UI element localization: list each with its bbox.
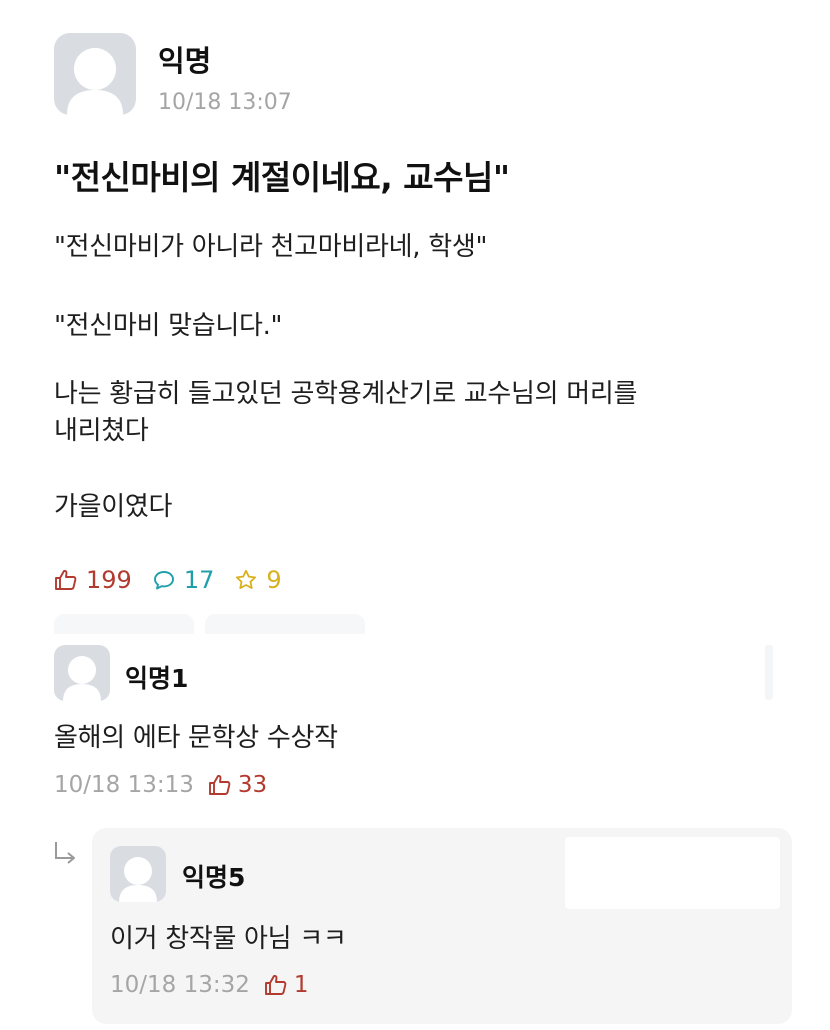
reply-like-value: 1 [293, 972, 309, 998]
star-icon [236, 569, 257, 589]
reply-like-count[interactable]: 1 [264, 972, 309, 998]
anonymous-avatar-icon [119, 857, 157, 902]
post-body-line: 나는 황급히 들고있던 공학용계산기로 교수님의 머리를 [54, 379, 638, 409]
comment-author-name: 익명1 [125, 664, 189, 693]
post-stats: 199 17 9 [54, 563, 302, 597]
anonymous-avatar-icon [63, 656, 101, 701]
reply-meta: 10/18 13:32 1 [110, 972, 309, 998]
post-body-line: "전신마비 맞습니다." [54, 311, 283, 341]
comment-timestamp: 10/18 13:13 [54, 772, 194, 798]
thumbs-up-icon [208, 774, 231, 795]
post-scrap-count[interactable]: 9 [234, 566, 282, 594]
reply-menu-remnant [565, 837, 780, 909]
post-comment-count[interactable]: 17 [152, 566, 215, 594]
comment-author-avatar [54, 645, 110, 701]
reply-timestamp: 10/18 13:32 [110, 972, 250, 998]
thumbs-up-icon [264, 974, 287, 995]
thumbs-up-icon [55, 569, 77, 590]
reply-text: 이거 창작물 아님 ㅋㅋ [110, 924, 347, 954]
post-body-line: 가을이였다 [54, 492, 173, 522]
comment-meta: 10/18 13:13 33 [54, 772, 267, 798]
reply-author-avatar [110, 846, 166, 902]
reply-arrow-icon [55, 842, 75, 864]
reply-author-name: 익명5 [182, 863, 246, 892]
comment-menu-remnant [765, 645, 773, 700]
comment-like-value: 33 [237, 772, 268, 798]
action-button-remnant [54, 614, 194, 634]
post-scrap-value: 9 [266, 566, 282, 594]
comment-like-count[interactable]: 33 [208, 772, 267, 798]
post-title: "전신마비의 계절이네요, 교수님" [54, 158, 510, 197]
post-author-name: 익명 [158, 44, 212, 78]
post-timestamp: 10/18 13:07 [158, 90, 292, 115]
post-body-line: 내리쳤다 [54, 416, 149, 446]
speech-bubble-icon [153, 571, 174, 590]
comment-text: 올해의 에타 문학상 수상작 [54, 723, 338, 753]
post-author-avatar [54, 33, 136, 115]
post-body-line: "전신마비가 아니라 천고마비라네, 학생" [54, 232, 488, 262]
post-like-value: 199 [86, 566, 132, 594]
post-comment-value: 17 [183, 566, 215, 594]
action-button-remnant [205, 614, 365, 634]
post-like-count[interactable]: 199 [54, 566, 132, 594]
anonymous-avatar-icon [67, 48, 123, 115]
